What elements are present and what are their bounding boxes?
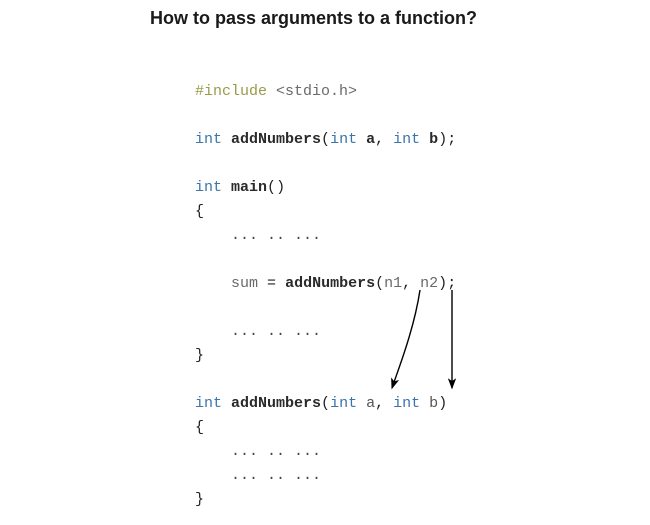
token-ellipsis: ... .. ... — [231, 323, 321, 340]
token-lparen: ( — [375, 275, 384, 292]
token-rparen: ) — [438, 395, 447, 412]
token-lparen: ( — [321, 131, 330, 148]
token-lbrace: { — [195, 203, 204, 220]
token-keyword-int: int — [393, 395, 420, 412]
token-rparen: ) — [276, 179, 285, 196]
page-title: How to pass arguments to a function? — [150, 8, 477, 29]
token-fn-main: main — [231, 179, 267, 196]
token-keyword-int: int — [195, 179, 222, 196]
token-param-a: a — [366, 395, 375, 412]
token-ellipsis: ... .. ... — [231, 227, 321, 244]
token-semicolon: ; — [447, 131, 456, 148]
token-ellipsis: ... .. ... — [231, 443, 321, 460]
token-semicolon: ; — [447, 275, 456, 292]
token-arg-n1: n1 — [384, 275, 402, 292]
token-keyword-int: int — [330, 395, 357, 412]
token-keyword-int: int — [195, 395, 222, 412]
token-lbrace: { — [195, 419, 204, 436]
token-id-sum: sum — [231, 275, 258, 292]
token-include-header: <stdio.h> — [276, 83, 357, 100]
token-keyword-int: int — [195, 131, 222, 148]
token-arg-n2: n2 — [420, 275, 438, 292]
token-fn-addNumbers: addNumbers — [285, 275, 375, 292]
token-param-b: b — [429, 131, 438, 148]
token-rbrace: } — [195, 347, 204, 364]
token-keyword-int: int — [330, 131, 357, 148]
token-preprocessor: #include — [195, 83, 267, 100]
token-comma: , — [402, 275, 411, 292]
token-fn-addNumbers: addNumbers — [231, 131, 321, 148]
token-param-b: b — [429, 395, 438, 412]
code-block: #include <stdio.h> int addNumbers(int a,… — [195, 80, 456, 512]
token-ellipsis: ... .. ... — [231, 467, 321, 484]
page: How to pass arguments to a function? #in… — [0, 0, 650, 525]
token-comma: , — [375, 131, 384, 148]
token-lparen: ( — [267, 179, 276, 196]
token-rparen: ) — [438, 131, 447, 148]
token-param-a: a — [366, 131, 375, 148]
token-rbrace: } — [195, 491, 204, 508]
token-keyword-int: int — [393, 131, 420, 148]
token-lparen: ( — [321, 395, 330, 412]
token-rparen: ) — [438, 275, 447, 292]
token-comma: , — [375, 395, 384, 412]
token-fn-addNumbers: addNumbers — [231, 395, 321, 412]
token-equals: = — [267, 275, 276, 292]
